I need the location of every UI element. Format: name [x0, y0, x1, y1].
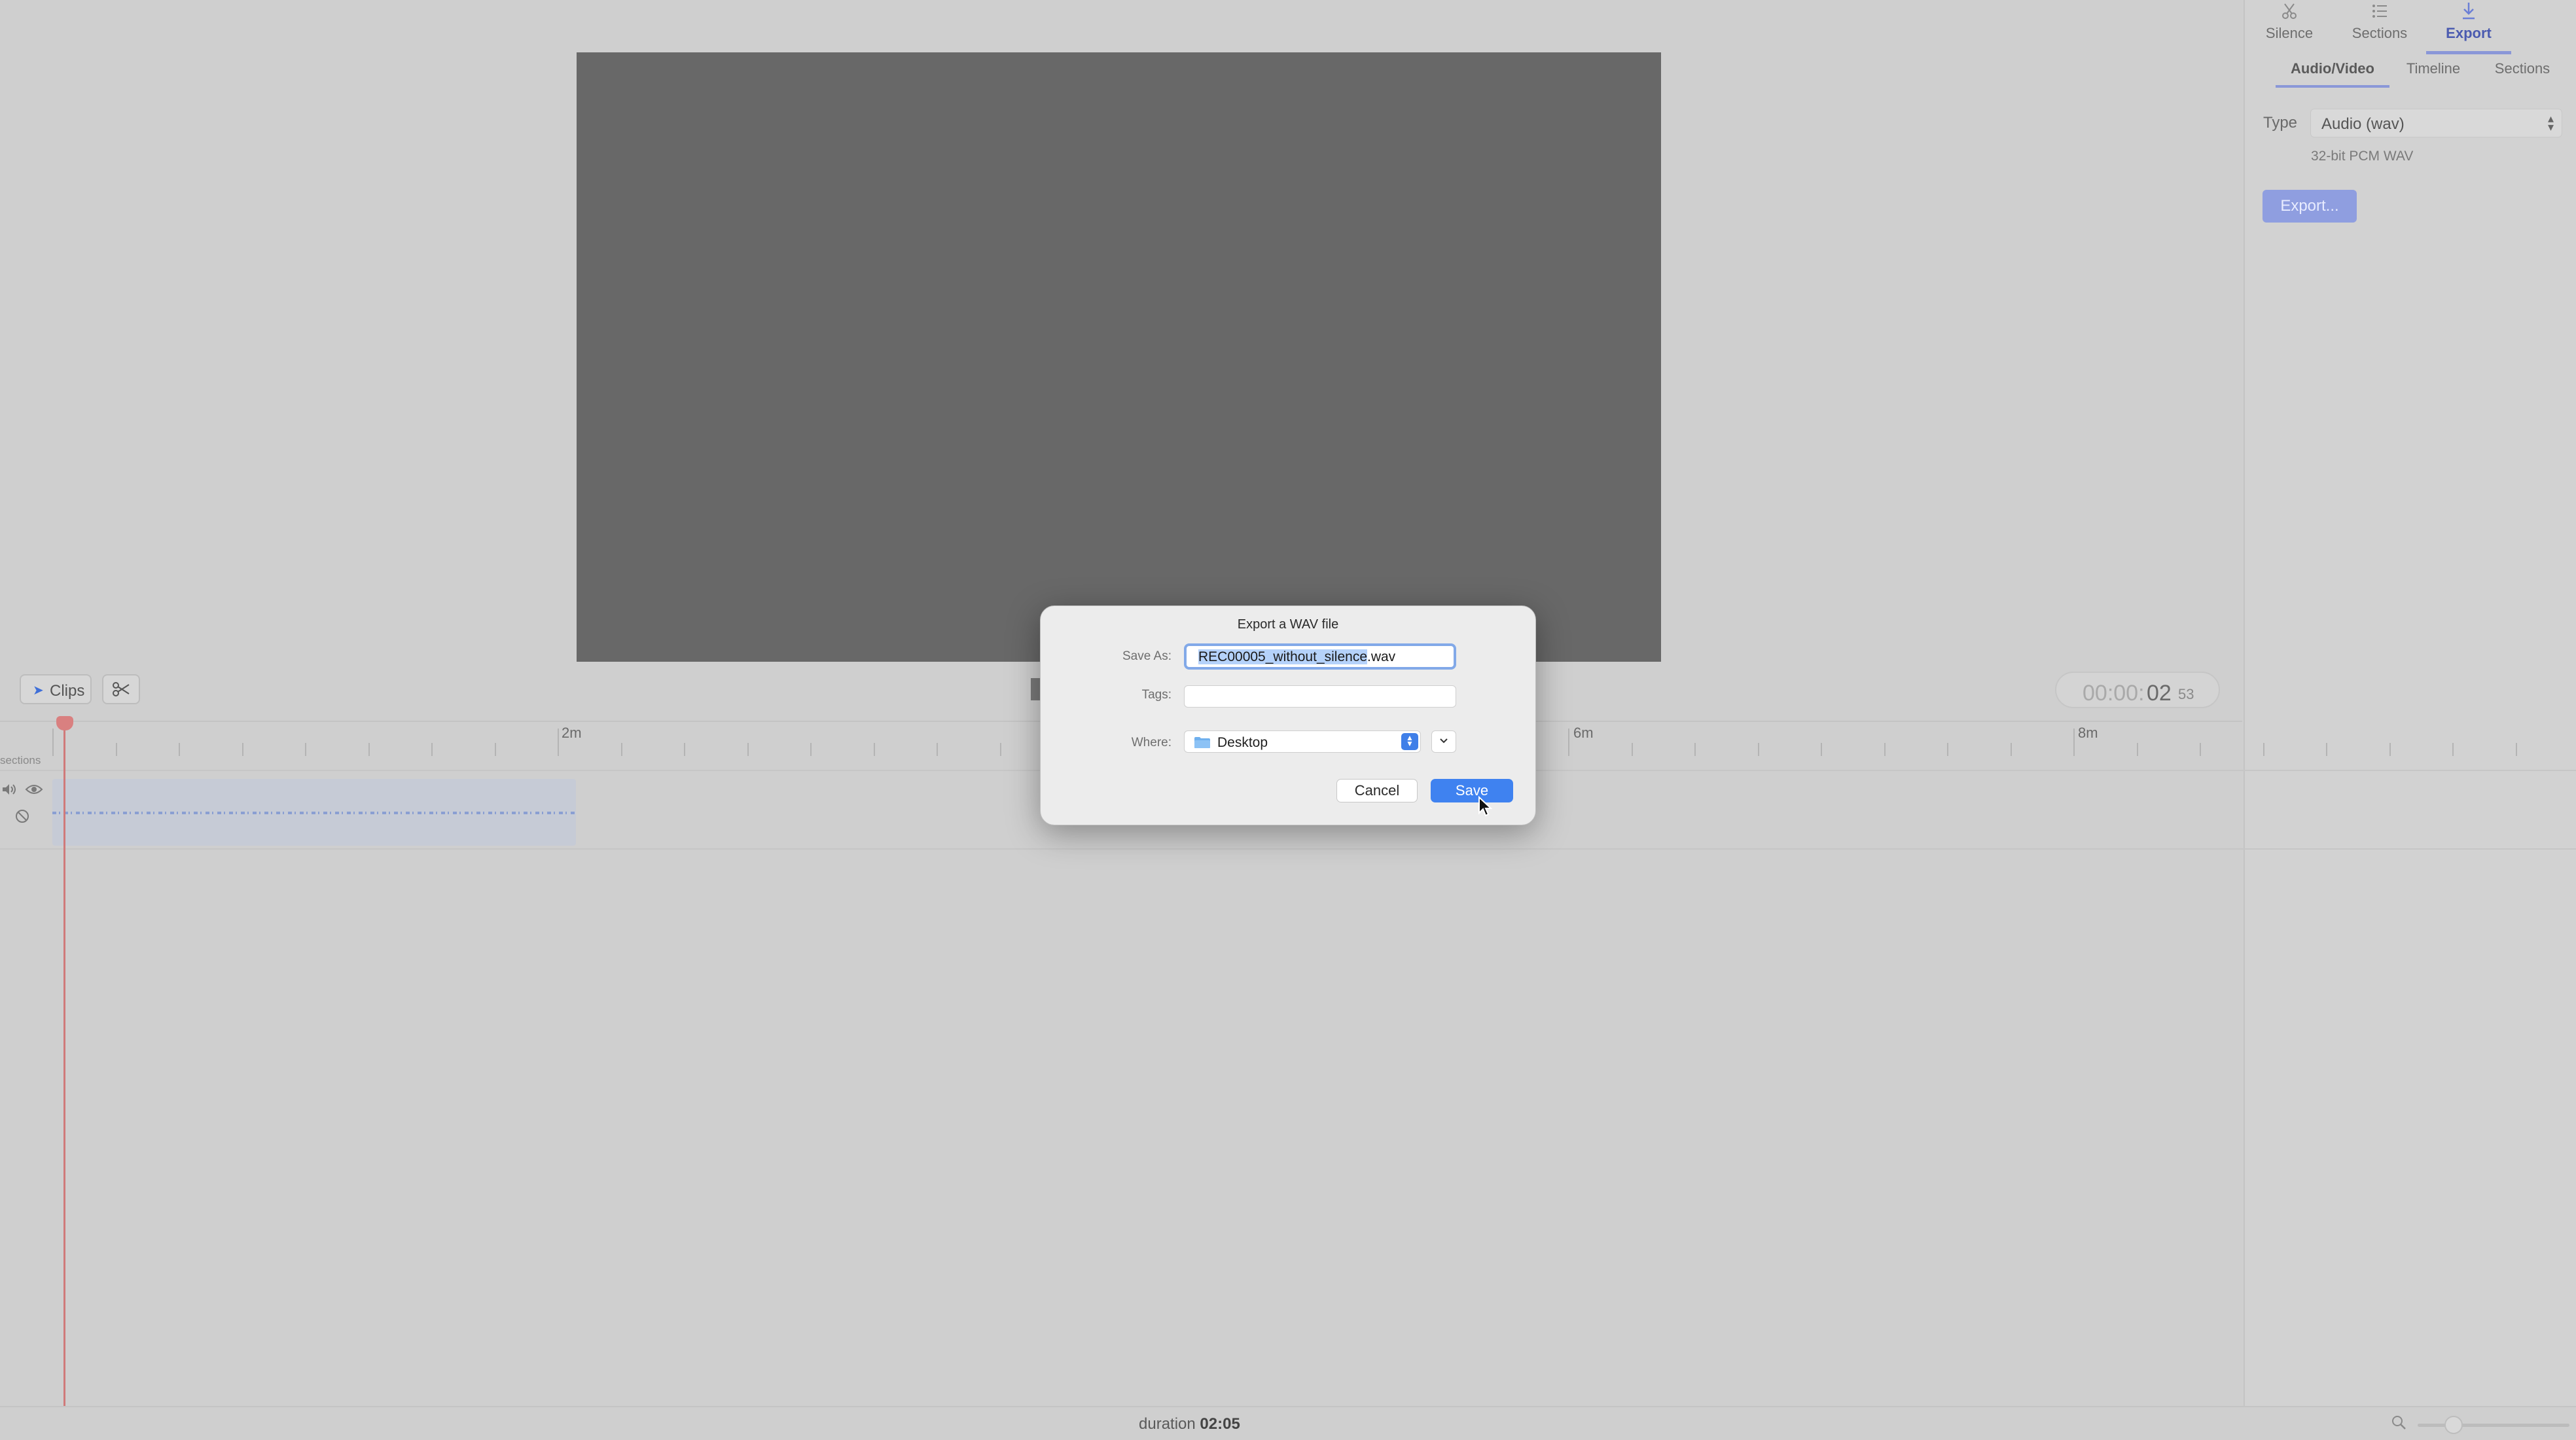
- ruler-tick: [810, 743, 812, 756]
- list-icon: [2372, 5, 2387, 18]
- save-button[interactable]: Save: [1431, 779, 1513, 802]
- tab-export-label: Export: [2446, 25, 2492, 41]
- ruler-tick: [242, 743, 243, 756]
- ruler-tick: [431, 743, 433, 756]
- where-label: Where:: [1131, 736, 1172, 749]
- duration-label: duration: [1139, 1415, 1196, 1433]
- ruler-tick: [874, 743, 875, 756]
- tab-silence[interactable]: Silence: [2247, 0, 2332, 51]
- select-chevron-icon: ▴ ▾: [2547, 112, 2554, 134]
- eye-icon[interactable]: [25, 783, 43, 795]
- type-label: Type: [2263, 114, 2298, 132]
- timecode-frames: 53: [2178, 686, 2194, 702]
- tab-sections[interactable]: Sections: [2337, 0, 2422, 51]
- scissors-icon: [113, 682, 130, 696]
- tab-sections-label: Sections: [2352, 25, 2408, 41]
- track-divider: [0, 848, 2576, 850]
- ruler-tick: [2137, 743, 2138, 756]
- ruler-tick: [52, 729, 54, 756]
- chevron-down-icon: [1440, 738, 1448, 744]
- ruler-tick: [2263, 743, 2264, 756]
- export-button[interactable]: Export...: [2263, 190, 2357, 223]
- tab-export[interactable]: Export: [2426, 0, 2511, 54]
- ruler-label-6m: 6m: [1573, 725, 1594, 741]
- dialog-title: Export a WAV file: [1237, 617, 1339, 632]
- ruler-tick: [2389, 743, 2391, 756]
- ruler-tick: [2452, 743, 2454, 756]
- playhead-handle[interactable]: [56, 716, 73, 730]
- filename-input[interactable]: REC00005_without_silence.wav: [1184, 643, 1456, 670]
- ruler-tick: [2516, 743, 2517, 756]
- cancel-button[interactable]: Cancel: [1336, 779, 1418, 802]
- ruler-tick: [368, 743, 370, 756]
- ruler-label-2m: 2m: [562, 725, 582, 741]
- play-button[interactable]: [1031, 678, 1040, 700]
- filename-selected-text: REC00005_without_silence: [1198, 649, 1367, 664]
- download-icon: [2463, 3, 2475, 20]
- ruler-tick: [305, 743, 306, 756]
- duration-readout: duration 02:05: [1139, 1415, 1240, 1433]
- ruler-tick: [2326, 743, 2327, 756]
- ruler-tick: [1000, 743, 1001, 756]
- sections-track-label: sections: [0, 754, 41, 766]
- status-bar: [0, 1406, 2576, 1440]
- ruler-tick: [179, 743, 180, 756]
- magnifier-icon: [2392, 1416, 2406, 1430]
- video-preview: [577, 52, 1661, 662]
- waveform: [52, 812, 576, 814]
- playhead[interactable]: [63, 725, 65, 1406]
- tags-input[interactable]: [1184, 685, 1456, 708]
- ruler-tick: [2200, 743, 2201, 756]
- where-value: Desktop: [1217, 735, 1268, 750]
- filename-value: REC00005_without_silence.wav: [1198, 649, 1395, 665]
- duration-value: 02:05: [1200, 1415, 1240, 1433]
- ruler-tick: [558, 729, 559, 756]
- type-value: Audio (wav): [2321, 115, 2405, 133]
- folder-icon: [1194, 737, 1210, 748]
- expand-dialog-button[interactable]: [1431, 730, 1456, 753]
- ruler-tick: [1694, 743, 1696, 756]
- subtab-sections[interactable]: Sections: [2482, 60, 2563, 85]
- disable-icon[interactable]: [14, 808, 30, 824]
- zoom-slider-handle[interactable]: [2444, 1416, 2463, 1434]
- clips-button[interactable]: ➤ Clips: [20, 674, 92, 704]
- scissors-icon: [2282, 3, 2297, 19]
- tags-label: Tags:: [1141, 688, 1172, 702]
- type-description: 32-bit PCM WAV: [2311, 149, 2414, 164]
- ruler-tick: [2073, 729, 2075, 756]
- speaker-icon[interactable]: [1, 782, 18, 797]
- clips-label: Clips: [50, 682, 85, 700]
- ruler-label-8m: 8m: [2078, 725, 2098, 741]
- timecode-display: 00:00: 02 53: [2055, 672, 2220, 708]
- audio-clip[interactable]: [52, 779, 576, 846]
- type-select[interactable]: Audio (wav) ▴ ▾: [2310, 109, 2562, 137]
- save-as-label: Save As:: [1122, 649, 1172, 663]
- filename-extension: .wav: [1367, 649, 1396, 664]
- ruler-tick: [1758, 743, 1759, 756]
- tab-silence-label: Silence: [2265, 25, 2314, 41]
- ruler-tick: [2011, 743, 2012, 756]
- ruler-tick: [116, 743, 117, 756]
- timecode-seconds: 02: [2147, 681, 2172, 706]
- ruler-tick: [1821, 743, 1822, 756]
- cut-tool-button[interactable]: [102, 674, 140, 704]
- ruler-tick: [495, 743, 496, 756]
- where-select[interactable]: Desktop ▲ ▼: [1184, 730, 1421, 753]
- ruler-tick: [937, 743, 938, 756]
- pointer-icon: ➤: [33, 683, 44, 698]
- mouse-cursor-icon: [1478, 796, 1492, 817]
- timecode-dim: 00:00:: [2083, 681, 2145, 706]
- save-dialog: Export a WAV file Save As: REC00005_with…: [1040, 605, 1536, 825]
- ruler-tick: [1884, 743, 1886, 756]
- ruler-tick: [1947, 743, 1948, 756]
- ruler-tick: [1568, 729, 1569, 756]
- select-stepper-icon: ▲ ▼: [1401, 733, 1418, 750]
- ruler-tick: [747, 743, 749, 756]
- ruler-tick: [684, 743, 685, 756]
- subtab-audio-video[interactable]: Audio/Video: [2276, 60, 2389, 88]
- ruler-tick: [621, 743, 622, 756]
- subtab-timeline[interactable]: Timeline: [2397, 60, 2470, 85]
- ruler-tick: [1632, 743, 1633, 756]
- zoom-slider[interactable]: [2418, 1424, 2569, 1427]
